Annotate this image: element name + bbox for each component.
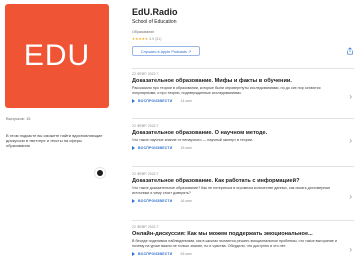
episode-play-button[interactable]: ВОСПРОИЗВЕСТИ 15 мин bbox=[132, 146, 354, 150]
episode-item[interactable]: 22 ФЕВР. 2022 Г. Доказательное образован… bbox=[132, 124, 354, 150]
episode-description: Что такое доказательное образование? Как… bbox=[132, 186, 331, 195]
episode-item[interactable]: 22 ФЕВР. 2022 Г. Доказательное образован… bbox=[132, 72, 354, 103]
episode-duration: 53 мин bbox=[180, 252, 192, 256]
rating-count: 3.9 (31) bbox=[149, 37, 162, 41]
episode-play-button[interactable]: ВОСПРОИЗВЕСТИ 16 мин bbox=[132, 199, 354, 203]
listen-in-apple-podcasts-button[interactable]: Слушать в Apple Podcasts ↗ bbox=[132, 46, 200, 56]
episode-description: В беседе поделимся наблюдениями, как в ш… bbox=[132, 239, 337, 248]
episode-title[interactable]: Доказательное образование. Как работать … bbox=[132, 178, 354, 184]
play-icon bbox=[132, 146, 135, 150]
episode-description: Что такое научное знание от ненаучного —… bbox=[132, 138, 253, 142]
divider bbox=[132, 220, 354, 221]
episodes-count: Выпусков: 15 bbox=[6, 116, 31, 121]
rating-stars-icon: ★★★★★ bbox=[132, 37, 149, 41]
episode-item[interactable]: 22 ФЕВР. 2022 Г. Доказательное образован… bbox=[132, 172, 354, 203]
episode-date: 22 ФЕВР. 2022 Г. bbox=[132, 72, 160, 76]
episode-description: Рассказали про теории в образовании, кот… bbox=[132, 86, 321, 95]
episode-date: 22 ФЕВР. 2022 Г. bbox=[132, 172, 160, 176]
main-content: EdU.Radio School of Education Образовани… bbox=[118, 0, 359, 271]
play-label: ВОСПРОИЗВЕСТИ bbox=[138, 99, 173, 103]
chevron-right-icon[interactable]: › bbox=[349, 192, 352, 201]
share-icon[interactable] bbox=[346, 47, 354, 55]
episode-title[interactable]: Доказательное образование. О научном мет… bbox=[132, 130, 354, 136]
podcast-cover[interactable]: EDU bbox=[5, 4, 109, 108]
divider bbox=[132, 68, 354, 69]
cover-logo-text: EDU bbox=[23, 39, 91, 72]
play-label: ВОСПРОИЗВЕСТИ bbox=[138, 252, 173, 256]
sidebar: EDU Выпусков: 15 В этом подкасте вы смож… bbox=[0, 0, 114, 271]
camera-dot-icon bbox=[97, 170, 103, 176]
episode-title[interactable]: Доказательное образование. Мифы и факты … bbox=[132, 78, 354, 84]
play-label: ВОСПРОИЗВЕСТИ bbox=[138, 146, 173, 150]
podcast-author[interactable]: School of Education bbox=[132, 19, 176, 25]
episode-play-button[interactable]: ВОСПРОИЗВЕСТИ 53 мин bbox=[132, 252, 354, 256]
play-icon bbox=[132, 199, 135, 203]
podcast-description: В этом подкасте вы сможете найти вдохнов… bbox=[6, 133, 103, 148]
play-label: ВОСПРОИЗВЕСТИ bbox=[138, 199, 173, 203]
episode-duration: 16 мин bbox=[180, 199, 192, 203]
podcast-title: EdU.Radio bbox=[132, 7, 178, 17]
episode-date: 22 ФЕВР. 2022 Г. bbox=[132, 124, 160, 128]
play-icon bbox=[132, 252, 135, 256]
episode-date: 22 ФЕВР. 2022 Г. bbox=[132, 225, 160, 229]
episode-play-button[interactable]: ВОСПРОИЗВЕСТИ 14 мин bbox=[132, 99, 354, 103]
episode-title[interactable]: Онлайн-дискуссия: Как мы можем поддержат… bbox=[132, 231, 354, 237]
chevron-right-icon[interactable]: › bbox=[349, 136, 352, 145]
divider bbox=[132, 118, 354, 119]
episode-item[interactable]: 22 ФЕВР. 2022 Г. Онлайн-дискуссия: Как м… bbox=[132, 225, 354, 256]
episode-duration: 15 мин bbox=[180, 146, 192, 150]
play-icon bbox=[132, 99, 135, 103]
divider bbox=[132, 166, 354, 167]
chevron-right-icon[interactable]: › bbox=[349, 92, 352, 101]
chevron-right-icon[interactable]: › bbox=[349, 245, 352, 254]
podcast-category[interactable]: Образование bbox=[132, 30, 154, 34]
episode-duration: 14 мин bbox=[180, 99, 192, 103]
rating: ★★★★★3.9 (31) bbox=[132, 37, 162, 41]
